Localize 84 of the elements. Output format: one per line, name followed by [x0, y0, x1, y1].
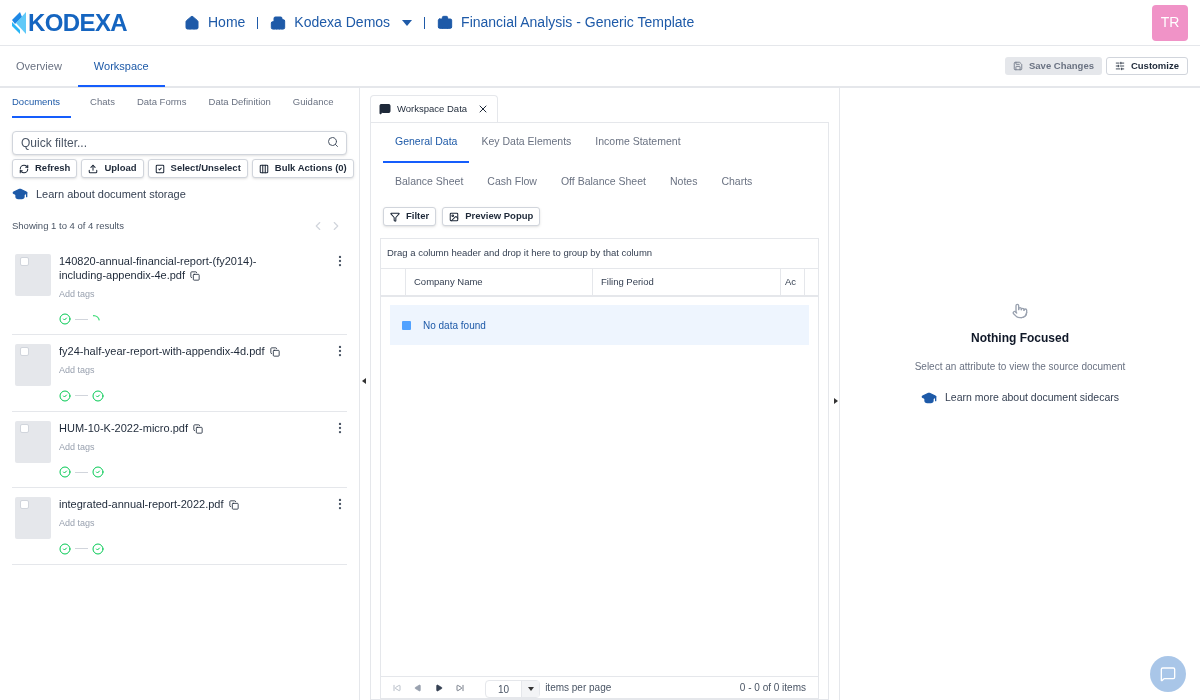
page-tab[interactable]: Overview — [0, 47, 78, 87]
breadcrumb-link[interactable]: Home — [184, 12, 246, 33]
breadcrumb-link[interactable]: Kodexa Demos — [270, 12, 413, 33]
empty-title: Nothing Focused — [971, 330, 1069, 347]
save-icon — [1013, 61, 1023, 71]
data-tab[interactable]: Off Balance Sheet — [548, 163, 658, 203]
copy-icon[interactable] — [193, 423, 204, 434]
document-name[interactable]: 140820-annual-financial-report-(fy2014)-including-appendix-4e.pdf — [59, 253, 284, 282]
customize-button[interactable]: Customize — [1105, 57, 1188, 75]
customize-icon — [1114, 61, 1125, 71]
quick-filter-field[interactable]: Quick filter... — [12, 131, 347, 155]
column-header[interactable]: Ac — [781, 269, 805, 295]
graduation-cap-icon — [921, 390, 938, 406]
caret-icon — [527, 687, 534, 691]
group-hint: Drag a column header and drop it here to group by that column — [381, 239, 818, 269]
home-icon — [184, 14, 200, 31]
sidebar-tab[interactable]: Data Definition — [197, 88, 282, 118]
refresh-button[interactable]: Refresh — [12, 159, 78, 178]
panel-tab[interactable]: Workspace Data — [370, 95, 499, 122]
chat-icon — [1160, 666, 1176, 682]
sidebar-tab[interactable]: Chats — [79, 88, 126, 118]
data-tab[interactable]: Balance Sheet — [383, 163, 476, 203]
preview-button[interactable]: Preview Popup — [442, 207, 541, 226]
document-checkbox[interactable] — [20, 256, 29, 266]
select-icon — [154, 163, 165, 174]
data-tab[interactable]: Cash Flow — [475, 163, 549, 203]
sidebar-tab[interactable]: Data Forms — [125, 88, 198, 118]
storage-link[interactable]: Learn about document storage — [12, 186, 347, 203]
last-page-icon[interactable] — [456, 683, 464, 692]
document-checkbox[interactable] — [20, 500, 29, 510]
copy-icon[interactable] — [269, 347, 280, 358]
sidebar-tab[interactable]: Guidance — [281, 88, 345, 118]
filter-icon — [390, 211, 400, 222]
check-circle-icon — [59, 542, 71, 555]
data-tab[interactable]: Income Statement — [583, 123, 693, 163]
select-button[interactable]: Select/Unselect — [147, 159, 248, 178]
document-name[interactable]: integrated-annual-report-2022.pdf — [59, 497, 284, 512]
copy-icon[interactable] — [228, 500, 239, 511]
previous-page-icon[interactable] — [414, 683, 422, 692]
results-count: Showing 1 to 4 of 4 results — [12, 218, 125, 233]
check-circle-icon — [92, 466, 104, 479]
per-page-label: items per page — [545, 681, 612, 695]
document-checkbox[interactable] — [20, 423, 29, 433]
bulk-button[interactable]: Bulk Actions (0) — [251, 159, 354, 178]
column-header[interactable]: Filing Period — [593, 269, 781, 295]
check-circle-icon — [59, 466, 71, 479]
empty-message: No data found — [390, 305, 809, 345]
bulk-icon — [258, 163, 269, 174]
empty-subtitle: Select an attribute to view the source document — [914, 360, 1126, 374]
page-size-dropdown[interactable]: 10 — [485, 680, 541, 698]
sidebar-tab[interactable]: Documents — [12, 88, 72, 118]
logo-icon — [12, 11, 26, 34]
breadcrumb-link[interactable]: Financial Analysis - Generic Template — [437, 12, 695, 33]
document-checkbox[interactable] — [20, 347, 29, 357]
collapse-left-icon[interactable] — [362, 378, 366, 384]
copy-icon[interactable] — [190, 270, 201, 281]
briefcase-icon — [437, 14, 454, 31]
data-tab[interactable]: Notes — [657, 163, 710, 203]
next-page-icon[interactable] — [435, 683, 443, 692]
search-icon — [327, 136, 339, 148]
refresh-icon — [19, 163, 29, 174]
info-icon — [402, 320, 411, 330]
preview-icon — [449, 211, 460, 222]
pointer-icon — [1012, 303, 1028, 319]
document-name[interactable]: HUM-10-K-2022-micro.pdf — [59, 420, 284, 435]
check-circle-icon — [59, 313, 71, 326]
sidecars-link[interactable]: Learn more about document sidecars — [921, 390, 1119, 406]
column-header[interactable]: Company Name — [406, 269, 593, 295]
page-tab[interactable]: Workspace — [77, 47, 165, 87]
spinner-icon — [92, 315, 100, 322]
data-tab[interactable]: Charts — [709, 163, 765, 203]
check-circle-icon — [59, 389, 71, 402]
pager-summary: 0 - 0 of 0 items — [739, 681, 806, 695]
upload-icon — [88, 163, 99, 174]
logo-text: KODEXA — [28, 7, 128, 38]
document-name[interactable]: fy24-half-year-report-with-appendix-4d.pdf — [59, 344, 284, 359]
data-tab[interactable]: General Data — [383, 123, 470, 163]
filter-button[interactable]: Filter — [383, 207, 437, 226]
collapse-right-icon[interactable] — [834, 398, 838, 404]
check-circle-icon — [92, 542, 104, 555]
data-tab[interactable]: Key Data Elements — [469, 123, 584, 163]
check-circle-icon — [92, 389, 104, 402]
upload-button[interactable]: Upload — [81, 159, 144, 178]
building-icon — [270, 14, 287, 31]
